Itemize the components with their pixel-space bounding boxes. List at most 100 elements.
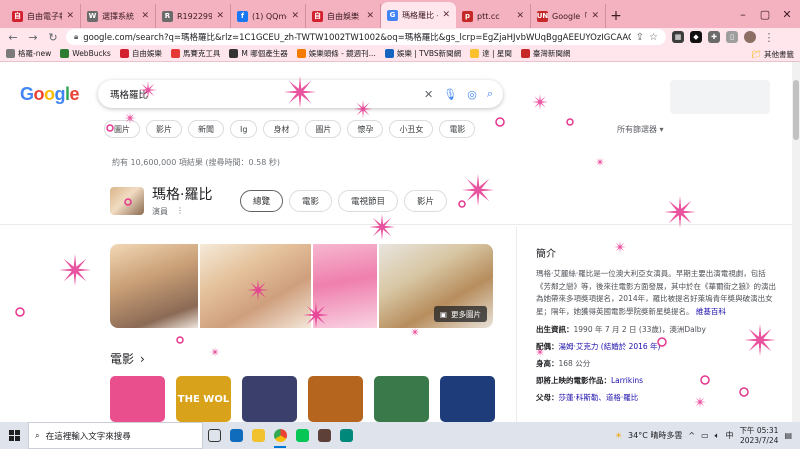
movie-poster[interactable] xyxy=(110,376,165,422)
entity-more-icon[interactable]: ⋮ xyxy=(176,206,184,217)
search-chip[interactable]: 電影 xyxy=(439,120,476,138)
image-thumbnail[interactable] xyxy=(312,244,377,328)
google-logo[interactable]: Google xyxy=(20,84,80,105)
movie-poster[interactable] xyxy=(308,376,363,422)
scrollbar-thumb[interactable] xyxy=(793,80,799,140)
tray-chevron-icon[interactable]: ^ xyxy=(688,431,695,440)
search-chip[interactable]: Ig xyxy=(230,120,258,138)
profile-avatar[interactable] xyxy=(744,31,756,43)
forward-icon[interactable]: → xyxy=(26,30,40,44)
weather-text[interactable]: 34°C 晴時多雲 xyxy=(628,430,682,441)
line-icon[interactable] xyxy=(291,422,313,449)
search-chip[interactable]: 小丑女 xyxy=(389,120,434,138)
kp-parents-link[interactable]: 莎蓮·科斯勒、道格·羅比 xyxy=(559,393,639,402)
bookmark-item[interactable]: 自由娛樂 xyxy=(119,48,162,59)
sidepanel-icon[interactable]: ▯ xyxy=(726,31,738,43)
taskbar-search[interactable]: ⌕ 在這裡輸入文字來搜尋 xyxy=(28,422,203,449)
menu-kebab-icon[interactable]: ⋮ xyxy=(762,30,776,44)
search-chip[interactable]: 新聞 xyxy=(188,120,224,138)
entity-tab[interactable]: 總覽 xyxy=(240,190,284,212)
search-icon[interactable]: ⌕ xyxy=(487,87,493,101)
movie-poster[interactable] xyxy=(440,376,495,422)
bookmark-item[interactable]: 臺灣新聞網 xyxy=(520,48,570,59)
volume-icon[interactable]: 🔈︎ xyxy=(715,431,720,441)
browser-tab[interactable]: p ptt.cc ✕ xyxy=(456,4,531,28)
account-area[interactable] xyxy=(670,80,770,114)
close-window-button[interactable]: ✕ xyxy=(776,0,798,28)
outlook-icon[interactable] xyxy=(225,422,247,449)
movie-poster[interactable] xyxy=(242,376,297,422)
all-filters-button[interactable]: 所有篩選器 ▾ xyxy=(617,124,664,135)
tab-close-icon[interactable]: ✕ xyxy=(366,11,374,21)
notification-icon[interactable]: ▤ xyxy=(784,431,792,440)
browser-tab[interactable]: 自自由電子報 ✕ xyxy=(6,4,81,28)
image-thumbnail[interactable] xyxy=(110,244,198,328)
entity-tab[interactable]: 電影 xyxy=(289,190,333,212)
bookmark-star-icon[interactable]: ☆ xyxy=(649,32,658,43)
browser-tab[interactable]: R R19229956 ✕ xyxy=(156,4,231,28)
extension-dark-icon[interactable]: ◆ xyxy=(690,31,702,43)
search-input[interactable]: 瑪格羅比 xyxy=(110,87,414,101)
extension-icon[interactable]: ▦ xyxy=(672,31,684,43)
address-bar[interactable]: 🔒︎ google.com/search?q=瑪格羅比&rlz=1C1GCEU_… xyxy=(66,29,666,45)
weather-icon[interactable]: ☀ xyxy=(615,431,622,440)
bookmark-item[interactable]: WebBucks xyxy=(60,49,111,58)
search-chip[interactable]: 影片 xyxy=(146,120,182,138)
tab-close-icon[interactable]: ✕ xyxy=(291,11,299,21)
movie-poster[interactable]: THE WOL xyxy=(176,376,231,422)
reload-icon[interactable]: ↻ xyxy=(46,30,60,44)
tab-close-icon[interactable]: ✕ xyxy=(516,11,524,21)
page-scrollbar[interactable] xyxy=(792,62,800,422)
search-chip[interactable]: 圖片 xyxy=(104,120,140,138)
browser-tab[interactable]: UNGoogle「若✕ xyxy=(531,4,606,28)
browser-tab[interactable]: G 瑪格羅比 - G ✕ xyxy=(381,2,456,28)
microphone-icon[interactable]: 🎙︎ xyxy=(443,88,457,101)
image-thumbnail[interactable]: ▣ 更多圖片 xyxy=(378,244,493,328)
share-icon[interactable]: ⇪ xyxy=(636,32,644,43)
tab-close-icon[interactable]: ✕ xyxy=(141,11,149,21)
browser-tab[interactable]: W 選擇系統 W ✕ xyxy=(81,4,156,28)
bookmark-item[interactable]: 達 | 星聞 xyxy=(470,48,512,59)
back-icon[interactable]: ← xyxy=(6,30,20,44)
tab-close-icon[interactable]: ✕ xyxy=(591,11,599,21)
bookmark-item[interactable]: 娛樂頭條 - 鏡週刊... xyxy=(296,48,376,59)
clear-icon[interactable]: ✕ xyxy=(424,88,433,101)
tab-close-icon[interactable]: ✕ xyxy=(66,11,74,21)
new-tab-button[interactable]: + xyxy=(606,4,626,28)
task-view-icon[interactable] xyxy=(203,422,225,449)
movies-heading[interactable]: 電影 › xyxy=(110,350,145,367)
kp-spouse-link[interactable]: 湯姆·艾克力 (結婚於 2016 年) xyxy=(559,342,661,351)
search-chip[interactable]: 身材 xyxy=(263,120,300,138)
bookmark-item[interactable]: 格羅-new xyxy=(6,48,51,59)
chrome-icon[interactable] xyxy=(269,422,291,449)
browser-tab[interactable]: f (1) QQmei ✕ xyxy=(231,4,306,28)
bookmark-item[interactable]: 馬賽克工具 xyxy=(170,48,220,59)
ime-indicator[interactable]: 中 xyxy=(725,430,733,441)
lens-icon[interactable]: ◎ xyxy=(467,88,477,101)
other-bookmarks[interactable]: 📁︎ 其他書籤 xyxy=(745,46,794,61)
tab-close-icon[interactable]: ✕ xyxy=(216,11,224,21)
wiki-link[interactable]: 維基百科 xyxy=(696,307,726,316)
search-chip[interactable]: 圖片 xyxy=(305,120,342,138)
search-box[interactable]: 瑪格羅比 ✕ 🎙︎ ◎ ⌕ xyxy=(98,80,503,108)
bookmark-item[interactable]: M 哪個產生器 xyxy=(229,48,288,59)
tab-close-icon[interactable]: ✕ xyxy=(442,10,450,20)
network-icon[interactable]: ▭ xyxy=(701,431,709,440)
app-icon[interactable] xyxy=(313,422,335,449)
more-images-button[interactable]: ▣ 更多圖片 xyxy=(433,306,487,322)
bookmark-item[interactable]: 娛樂 | TVBS新聞網 xyxy=(384,48,461,59)
clock[interactable]: 下午 05:31 2023/7/24 xyxy=(739,426,778,446)
minimize-button[interactable]: – xyxy=(732,0,754,28)
entity-avatar[interactable] xyxy=(110,186,144,215)
movie-poster[interactable] xyxy=(374,376,429,422)
explorer-icon[interactable] xyxy=(247,422,269,449)
image-thumbnail[interactable] xyxy=(199,244,311,328)
puzzle-icon[interactable]: ✚ xyxy=(708,31,720,43)
entity-tab[interactable]: 影片 xyxy=(404,190,448,212)
search-chip[interactable]: 懷孕 xyxy=(347,120,384,138)
start-button[interactable] xyxy=(0,422,28,449)
browser-tab[interactable]: 自自由娛樂 ✕ xyxy=(306,4,381,28)
app-icon[interactable] xyxy=(335,422,357,449)
entity-tab[interactable]: 電視節目 xyxy=(338,190,399,212)
maximize-button[interactable]: ▢ xyxy=(754,0,776,28)
